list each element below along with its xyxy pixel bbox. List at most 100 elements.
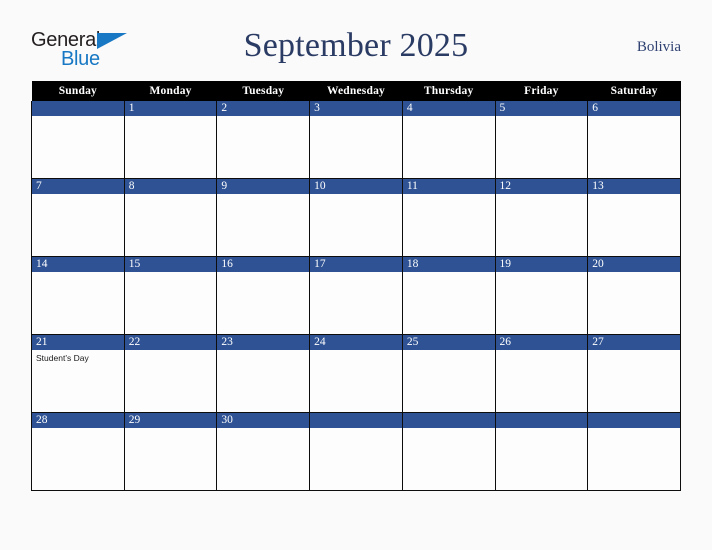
calendar-day-cell[interactable]: 7	[31, 178, 125, 257]
calendar-day-cell[interactable]: 5	[494, 101, 589, 179]
calendar-day-cell[interactable]: 8	[123, 178, 218, 257]
calendar-day-cell[interactable]: 12	[494, 178, 589, 257]
calendar-day-cell[interactable]: 15	[123, 256, 218, 335]
calendar-day-cell[interactable]: 11	[401, 178, 496, 257]
day-cell-inner: 24	[310, 335, 402, 412]
calendar-day-cell[interactable]: 30	[216, 412, 311, 491]
day-events	[588, 194, 680, 197]
day-number: 25	[402, 335, 495, 350]
calendar-day-cell[interactable]	[309, 412, 403, 491]
calendar-day-cell[interactable]: 25	[401, 334, 496, 413]
day-cell-inner: 20	[588, 257, 680, 334]
day-events	[496, 194, 588, 197]
calendar-day-cell[interactable]: 28	[31, 412, 125, 491]
calendar-day-cell[interactable]	[587, 412, 681, 491]
day-number: 21	[32, 335, 124, 350]
day-events	[217, 272, 309, 275]
calendar-day-cell[interactable]: 18	[401, 256, 496, 335]
calendar-day-cell[interactable]: 4	[401, 101, 496, 179]
day-events	[32, 116, 124, 119]
day-events	[496, 272, 588, 275]
calendar-day-cell[interactable]: 17	[309, 256, 403, 335]
day-number: 30	[217, 413, 310, 428]
day-events	[588, 350, 680, 353]
day-number: 16	[217, 257, 310, 272]
day-cell-inner: 21 Student’s Day	[32, 335, 124, 412]
calendar-day-cell[interactable]: 22	[123, 334, 218, 413]
day-number: 11	[402, 179, 495, 194]
weekday-header-sunday: Sunday	[31, 81, 125, 101]
day-events	[588, 272, 680, 275]
day-number: 13	[588, 179, 680, 194]
page-title: September 2025	[243, 27, 469, 64]
day-number: 6	[588, 101, 680, 116]
weekday-header-monday: Monday	[124, 81, 217, 101]
calendar-day-cell[interactable]: 21 Student’s Day	[31, 334, 125, 413]
day-events	[32, 428, 124, 431]
day-cell-inner: 5	[495, 101, 588, 178]
day-number: 3	[310, 101, 402, 116]
calendar-day-cell[interactable]: 2	[216, 101, 311, 179]
day-number: 12	[495, 179, 588, 194]
calendar-day-cell[interactable]	[31, 101, 125, 179]
day-cell-inner: 27	[588, 335, 680, 412]
calendar-week-row: 28 29 30	[31, 412, 681, 491]
weekday-header-wednesday: Wednesday	[309, 81, 403, 101]
day-cell-inner: 12	[495, 179, 588, 256]
day-cell-inner: 28	[32, 413, 124, 490]
calendar-day-cell[interactable]: 26	[494, 334, 589, 413]
calendar-day-cell[interactable]: 27	[587, 334, 681, 413]
day-events	[403, 116, 495, 119]
calendar-day-cell[interactable]: 29	[123, 412, 218, 491]
day-number: 8	[124, 179, 217, 194]
day-number: 22	[124, 335, 217, 350]
region-label: Bolivia	[636, 39, 681, 55]
weekday-header-friday: Friday	[495, 81, 588, 101]
day-cell-inner: 1	[124, 101, 217, 178]
day-number: 9	[217, 179, 310, 194]
calendar-day-cell[interactable]: 20	[587, 256, 681, 335]
calendar-day-cell[interactable]: 23	[216, 334, 311, 413]
calendar-day-cell[interactable]: 13	[587, 178, 681, 257]
calendar-day-cell[interactable]: 24	[309, 334, 403, 413]
day-cell-inner: 9	[217, 179, 310, 256]
calendar-day-cell[interactable]: 3	[309, 101, 403, 179]
calendar-day-cell[interactable]: 16	[216, 256, 311, 335]
day-events	[125, 116, 217, 119]
calendar-day-cell[interactable]	[401, 412, 496, 491]
day-number	[495, 413, 588, 428]
calendar-page: General Blue September 2025 Bolivia Sund…	[0, 0, 712, 550]
day-events	[310, 194, 402, 197]
day-cell-inner	[32, 101, 124, 178]
calendar-day-cell[interactable]: 1	[123, 101, 218, 179]
calendar-grid: Sunday Monday Tuesday Wednesday Thursday…	[31, 81, 681, 491]
weekday-header-thursday: Thursday	[402, 81, 496, 101]
day-cell-inner	[495, 413, 588, 490]
day-cell-inner: 22	[124, 335, 217, 412]
day-events	[403, 272, 495, 275]
day-number: 4	[402, 101, 495, 116]
calendar-day-cell[interactable]: 14	[31, 256, 125, 335]
calendar-week-row: 21 Student’s Day 22 23 24 25 26 27	[31, 334, 681, 413]
calendar-day-cell[interactable]: 9	[216, 178, 311, 257]
day-events	[403, 428, 495, 431]
day-number: 28	[32, 413, 124, 428]
calendar-day-cell[interactable]: 10	[309, 178, 403, 257]
calendar-day-cell[interactable]: 19	[494, 256, 589, 335]
calendar-day-cell[interactable]	[494, 412, 589, 491]
day-events	[496, 350, 588, 353]
day-cell-inner: 30	[217, 413, 310, 490]
day-number: 5	[495, 101, 588, 116]
calendar-header-row: Sunday Monday Tuesday Wednesday Thursday…	[31, 81, 681, 101]
day-number: 14	[32, 257, 124, 272]
day-number: 26	[495, 335, 588, 350]
day-number: 18	[402, 257, 495, 272]
day-number	[402, 413, 495, 428]
calendar-day-cell[interactable]: 6	[587, 101, 681, 179]
day-cell-inner: 11	[402, 179, 495, 256]
day-cell-inner: 16	[217, 257, 310, 334]
day-cell-inner: 15	[124, 257, 217, 334]
day-cell-inner: 23	[217, 335, 310, 412]
day-events: Student’s Day	[32, 350, 124, 364]
day-cell-inner: 3	[310, 101, 402, 178]
